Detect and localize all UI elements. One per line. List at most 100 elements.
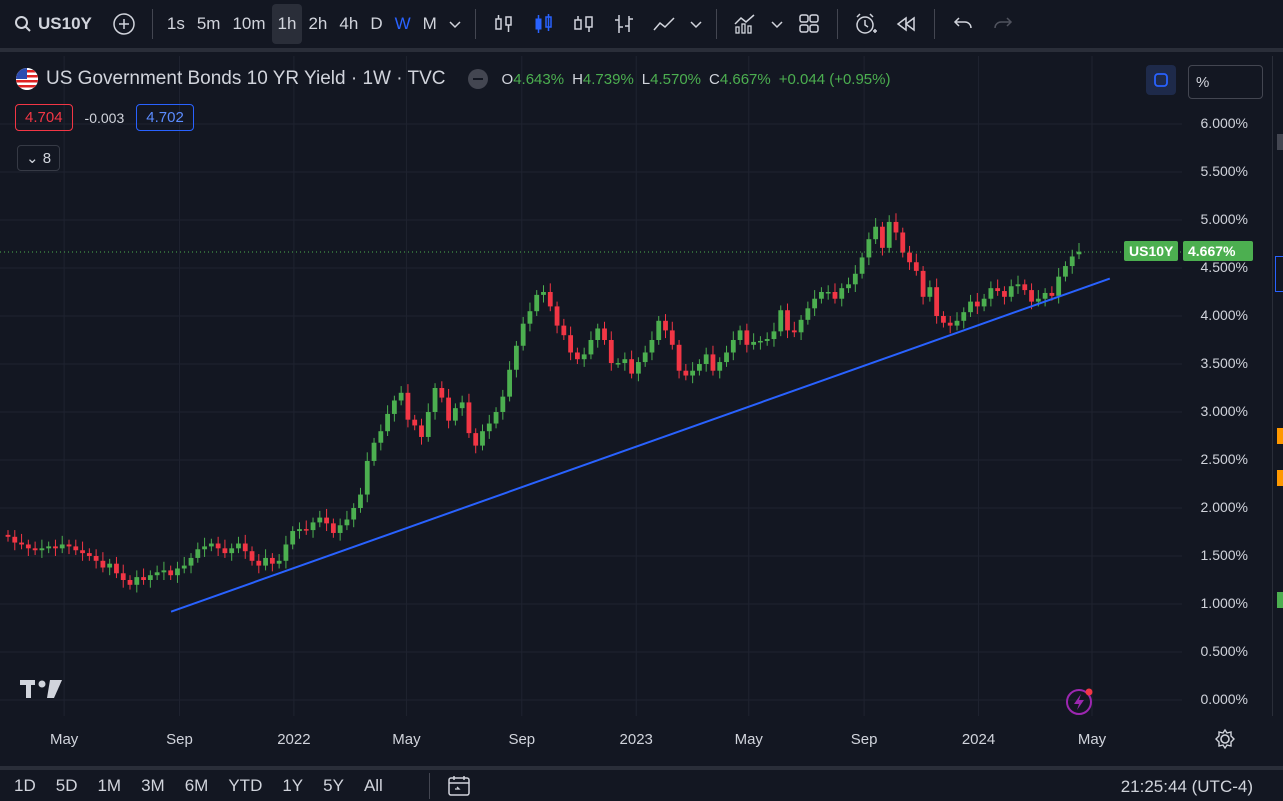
ohlc-bars-button[interactable] — [604, 4, 644, 44]
candle-body — [263, 557, 268, 566]
range-1d[interactable]: 1D — [14, 776, 36, 796]
candle-body — [954, 320, 960, 326]
clock[interactable]: 21:25:44 (UTC-4) — [1121, 777, 1253, 797]
candle-body — [351, 508, 357, 520]
candle-body — [812, 298, 818, 309]
separator — [474, 9, 476, 39]
quote-panel: 4.704 -0.003 4.702 — [15, 104, 194, 131]
candle-body — [913, 262, 919, 271]
chart-title[interactable]: US Government Bonds 10 YR Yield · 1W · T… — [46, 68, 446, 90]
price-axis-label: 1.500% — [1200, 547, 1248, 563]
range-1y[interactable]: 1Y — [282, 776, 303, 796]
hollow-candles-button[interactable] — [564, 4, 604, 44]
candle-body — [1069, 256, 1075, 267]
candle-body — [419, 425, 424, 437]
settings-gear-icon[interactable] — [1214, 728, 1236, 755]
change-value: +0.044 (+0.95%) — [778, 70, 891, 88]
candle-body — [242, 543, 248, 552]
interval-4h[interactable]: 4h — [333, 4, 364, 44]
candle-body — [249, 551, 255, 561]
interval-day[interactable]: D — [364, 4, 388, 44]
hide-legend-button[interactable] — [467, 69, 488, 89]
replay-button[interactable] — [886, 4, 926, 44]
range-5d[interactable]: 5D — [56, 776, 78, 796]
chart-pane[interactable]: US Government Bonds 10 YR Yield · 1W · T… — [0, 56, 1272, 716]
line-chart-icon — [653, 17, 675, 31]
sync-icon — [1154, 73, 1168, 87]
candle-body — [283, 544, 289, 561]
candle-body — [432, 388, 438, 412]
range-3m[interactable]: 3M — [141, 776, 165, 796]
candle-body — [1049, 292, 1055, 296]
interval-month[interactable]: M — [417, 4, 443, 44]
interval-5m[interactable]: 5m — [191, 4, 227, 44]
candle-body — [1056, 276, 1062, 296]
us-flag-icon — [16, 68, 38, 90]
price-axis-label: 6.000% — [1200, 115, 1248, 131]
candle-body — [730, 340, 736, 353]
symbol-search[interactable]: US10Y — [0, 0, 104, 50]
candles-style-button[interactable] — [524, 4, 564, 44]
candle-body — [608, 340, 614, 364]
candle-body — [676, 344, 682, 371]
range-6m[interactable]: 6M — [185, 776, 209, 796]
sell-price-button[interactable]: 4.704 — [15, 104, 73, 131]
compare-symbol-button[interactable] — [104, 4, 144, 44]
candle-body — [215, 543, 221, 549]
indicators-button[interactable] — [725, 4, 765, 44]
chart-type-dropdown[interactable] — [684, 4, 708, 44]
candle-body — [154, 572, 160, 576]
close-value: 4.667% — [719, 70, 771, 88]
candle-body — [324, 517, 329, 524]
candle-body — [941, 316, 946, 323]
indicators-collapse-button[interactable]: ⌄ 8 — [17, 145, 61, 171]
interval-2h[interactable]: 2h — [302, 4, 333, 44]
interval-dropdown[interactable] — [443, 4, 467, 44]
candle-body — [358, 494, 363, 508]
candle-body — [32, 548, 38, 551]
candle-body — [778, 310, 784, 332]
tradingview-logo[interactable] — [20, 678, 62, 705]
candle-body — [500, 396, 506, 412]
range-1m[interactable]: 1M — [97, 776, 121, 796]
candle-body — [1042, 292, 1048, 299]
undo-button[interactable] — [943, 4, 983, 44]
line-chart-button[interactable] — [644, 4, 684, 44]
bars-style-button[interactable] — [484, 4, 524, 44]
right-panel-edge — [1272, 56, 1283, 716]
candle-body — [364, 460, 370, 495]
go-to-date-button[interactable] — [428, 772, 472, 799]
range-5y[interactable]: 5Y — [323, 776, 344, 796]
price-plot[interactable] — [0, 56, 1182, 716]
open-value: 4.643% — [513, 70, 565, 88]
price-axis-label: 3.500% — [1200, 355, 1248, 371]
candle-body — [114, 563, 119, 574]
interval-10m[interactable]: 10m — [226, 4, 271, 44]
candle-body — [188, 557, 194, 566]
range-all[interactable]: All — [364, 776, 383, 796]
interval-week[interactable]: W — [389, 4, 417, 44]
candle-body — [602, 328, 607, 340]
layouts-button[interactable] — [789, 4, 829, 44]
sync-button[interactable] — [1146, 65, 1176, 95]
bottom-toolbar: 1D 5D 1M 3M 6M YTD 1Y 5Y All 21:25:44 (U… — [0, 766, 1283, 801]
candle-body — [1022, 284, 1028, 291]
interval-1h[interactable]: 1h — [271, 4, 303, 44]
price-axis-label: 4.500% — [1200, 259, 1248, 275]
buy-price-button[interactable]: 4.702 — [136, 104, 194, 131]
price-axis[interactable]: 6.000% 5.500% 5.000% 4.500% 4.000% 3.500% 3.00… — [1182, 56, 1272, 716]
chevron-down-icon — [771, 21, 783, 29]
candle-body — [615, 363, 621, 365]
candle-body — [1002, 291, 1007, 297]
time-axis[interactable]: May Sep 2022 May Sep 2023 May Sep 2024 May — [0, 716, 1283, 758]
range-ytd[interactable]: YTD — [228, 776, 262, 796]
candle-body — [412, 419, 418, 426]
candle-body — [513, 345, 519, 370]
redo-button[interactable] — [983, 4, 1023, 44]
alert-button[interactable] — [846, 4, 886, 44]
interval-1s[interactable]: 1s — [161, 4, 191, 44]
indicators-dropdown[interactable] — [765, 4, 789, 44]
separator — [151, 9, 153, 39]
candle-body — [330, 523, 336, 533]
candle-body — [1008, 286, 1014, 297]
